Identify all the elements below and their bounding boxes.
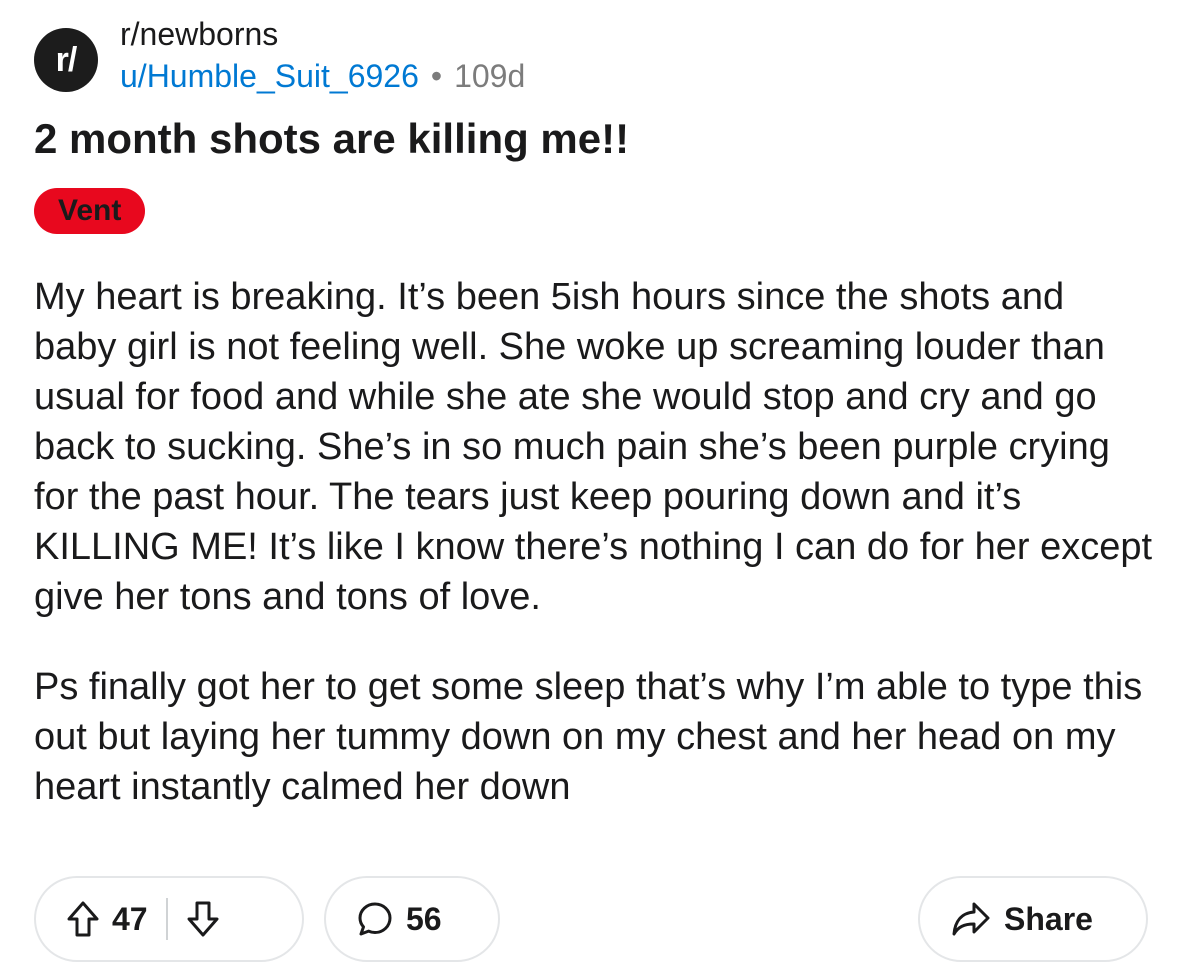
arrow-down-icon[interactable] xyxy=(186,900,220,938)
share-label: Share xyxy=(1004,900,1093,937)
post-age: 109d xyxy=(454,58,526,94)
body-paragraph: My heart is breaking. It’s been 5ish hou… xyxy=(34,276,1153,618)
share-arrow-icon xyxy=(950,900,992,938)
meta-separator: • xyxy=(430,58,443,94)
author-link[interactable]: u/Humble_Suit_6926 xyxy=(120,56,419,96)
comments-button[interactable]: 56 xyxy=(324,876,500,962)
vote-control: 47 xyxy=(34,876,304,962)
comment-count: 56 xyxy=(406,900,442,937)
vote-divider xyxy=(165,898,168,940)
post-body: My heart is breaking. It’s been 5ish hou… xyxy=(34,272,1154,852)
share-button[interactable]: Share xyxy=(918,876,1148,962)
body-paragraph: Ps finally got her to get some sleep tha… xyxy=(34,666,1143,808)
post-meta: r/newborns u/Humble_Suit_6926 • 109d xyxy=(120,14,525,96)
arrow-up-icon[interactable] xyxy=(66,900,100,938)
subreddit-avatar[interactable]: r/ xyxy=(34,28,98,92)
comment-bubble-icon xyxy=(356,900,394,938)
post-title: 2 month shots are killing me!! xyxy=(34,115,630,162)
subreddit-name[interactable]: r/newborns xyxy=(120,14,525,54)
author-line: u/Humble_Suit_6926 • 109d xyxy=(120,56,525,96)
action-bar: 47 56 Share xyxy=(34,876,1148,964)
post-header: r/ r/newborns u/Humble_Suit_6926 • 109d xyxy=(34,14,525,96)
vote-score: 47 xyxy=(112,900,148,937)
post-flair[interactable]: Vent xyxy=(34,188,146,234)
